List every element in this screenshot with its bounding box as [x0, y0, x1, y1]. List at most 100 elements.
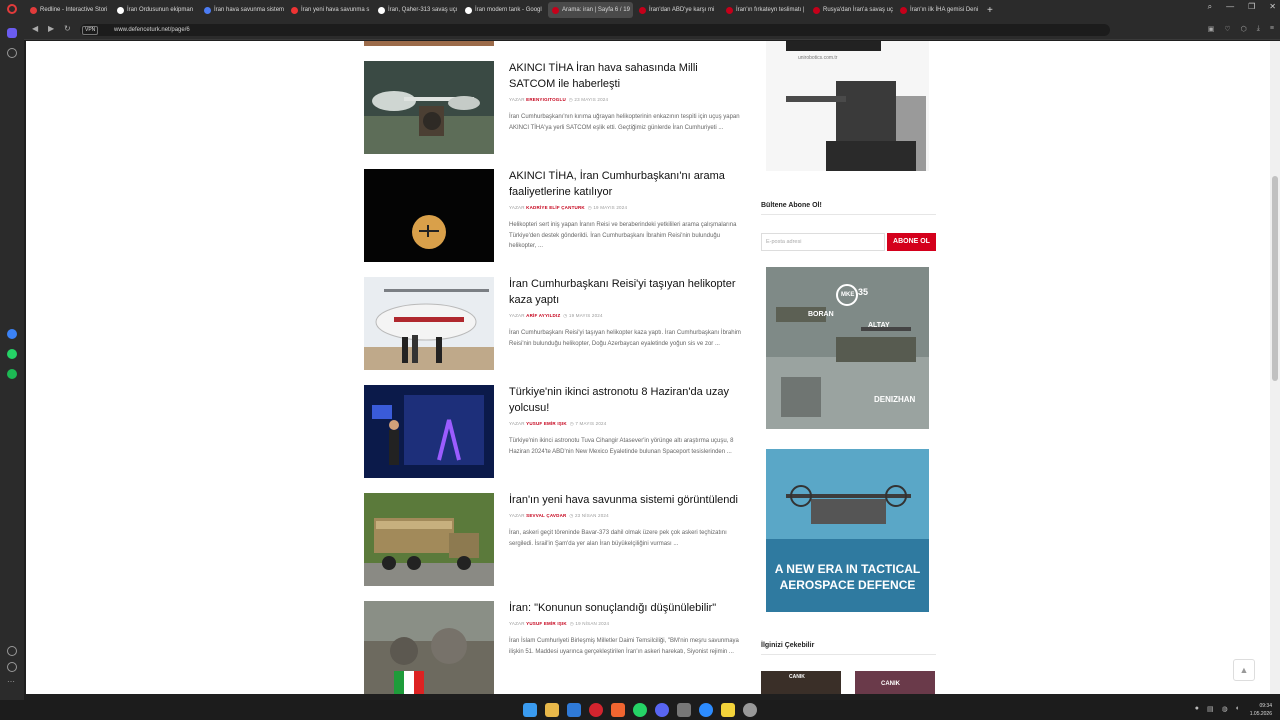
file-explorer-icon[interactable]: [545, 703, 559, 717]
search-tabs-icon[interactable]: ⌕: [1208, 2, 1212, 12]
ad-banner-aerospace[interactable]: A NEW ERA IN TACTICAL AEROSPACE DEFENCE: [766, 449, 929, 612]
related-thumb-label: CANIK: [881, 681, 900, 687]
home-icon[interactable]: [7, 28, 17, 38]
maximize-icon[interactable]: ❐: [1248, 2, 1255, 12]
article-date: 23 MAYIS 2024: [574, 97, 609, 102]
browser-tab[interactable]: İran'ın ilk İHA gemisi Deni: [896, 2, 981, 18]
article-thumbnail[interactable]: [364, 169, 494, 262]
article-thumbnail[interactable]: [364, 277, 494, 370]
download-icon[interactable]: ⤓: [1257, 25, 1260, 33]
browser-tab[interactable]: Rusya'dan İran'a savaş uç: [809, 2, 894, 18]
bookmark-icon[interactable]: ♡: [1224, 25, 1230, 33]
article-title[interactable]: İran Cumhurbaşkanı Reisi'yi taşıyan heli…: [509, 277, 744, 308]
subscribe-button[interactable]: ABONE OL: [887, 233, 936, 251]
system-clock[interactable]: 09:34 1.05.2026: [1250, 702, 1272, 718]
whatsapp-icon[interactable]: [7, 349, 17, 359]
opera-logo-icon[interactable]: [7, 4, 17, 14]
article-author[interactable]: ARİF AYYILDIZ: [526, 313, 560, 318]
article-author[interactable]: KADRİYE ELİF ÇANTURK: [526, 205, 585, 210]
browser-tab[interactable]: Redline - Interactive Stori: [26, 2, 111, 18]
menu-icon[interactable]: ≡: [1270, 25, 1274, 33]
spotify-icon[interactable]: [7, 369, 17, 379]
vpn-badge[interactable]: VPN: [82, 26, 99, 35]
opera-icon[interactable]: [589, 703, 603, 717]
article-thumbnail[interactable]: [364, 385, 494, 478]
browser-tab[interactable]: İran modern tank - Googl: [461, 2, 546, 18]
tab-favicon-icon: [117, 6, 124, 14]
discord-icon[interactable]: [655, 703, 669, 717]
article-thumbnail[interactable]: [364, 601, 494, 694]
volume-icon[interactable]: ◐: [1236, 705, 1240, 713]
page-viewport: AKINCI TİHA İran hava sahasında Milli SA…: [26, 41, 1270, 694]
whatsapp-taskbar-icon[interactable]: [633, 703, 647, 717]
messenger-icon[interactable]: [7, 329, 17, 339]
browser-tab[interactable]: İran'dan ABD'ye karşı mi: [635, 2, 720, 18]
settings-icon[interactable]: [743, 703, 757, 717]
article-excerpt: İran, askeri geçit töreninde Bavar-373 d…: [509, 530, 727, 547]
email-field[interactable]: E-posta adresi: [761, 233, 885, 251]
star-icon[interactable]: [7, 48, 17, 58]
chrome-icon[interactable]: [699, 703, 713, 717]
url-field[interactable]: www.defenceturk.net/page/6: [80, 24, 1110, 36]
article-author[interactable]: YUSUF EMİR IŞIK: [526, 421, 567, 426]
windows-start-icon[interactable]: [523, 703, 537, 717]
forward-icon[interactable]: ▶: [48, 24, 54, 33]
divider: [761, 214, 936, 215]
article-thumbnail[interactable]: [364, 493, 494, 586]
article-meta: YAZAR ERENYIGITOGLU ◷ 23 MAYIS 2024: [509, 97, 609, 102]
camera-icon[interactable]: ▣: [1208, 25, 1215, 33]
ad-mke-label-boran: BORAN: [808, 311, 834, 318]
article-thumbnail[interactable]: [364, 61, 494, 154]
calculator-icon[interactable]: [677, 703, 691, 717]
network-icon[interactable]: ◍: [1222, 705, 1228, 713]
ad-banner-mke[interactable]: MKE 35 BORAN ALTAY DENIZHAN: [766, 267, 929, 429]
article-author[interactable]: YUSUF EMİR IŞIK: [526, 621, 567, 626]
app-icon[interactable]: [721, 703, 735, 717]
brave-icon[interactable]: [611, 703, 625, 717]
article-excerpt: İran İslam Cumhuriyeti Birleşmiş Milletl…: [509, 638, 739, 655]
back-to-top-button[interactable]: ▲: [1233, 659, 1255, 681]
browser-tab-bar: Redline - Interactive Stori İran Ordusunu…: [0, 0, 1280, 20]
browser-tab[interactable]: İran, Qaher-313 savaş uçı: [374, 2, 459, 18]
tab-label: İran hava savunma sistem: [214, 7, 285, 13]
article-excerpt: İran Cumhurbaşkanı Reisi'yi taşıyan heli…: [509, 330, 741, 347]
article-title[interactable]: AKINCI TİHA, İran Cumhurbaşkanı'nı arama…: [509, 169, 744, 200]
article-title[interactable]: Türkiye'nin ikinci astronotu 8 Haziran'd…: [509, 385, 744, 416]
language-icon[interactable]: ▤: [1207, 705, 1214, 713]
browser-tab[interactable]: İran'ın fırkateyn teslimatı |: [722, 2, 807, 18]
tab-favicon-icon: [639, 6, 646, 14]
browser-tab[interactable]: Arama: iran | Sayfa 6 / 19: [548, 2, 633, 18]
history-icon[interactable]: [7, 662, 17, 672]
article-meta: YAZAR YUSUF EMİR IŞIK ◷ 7 MAYIS 2024: [509, 421, 607, 426]
new-tab-button[interactable]: +: [983, 2, 997, 18]
browser-tab[interactable]: İran yeni hava savunma s: [287, 2, 372, 18]
ad-banner-robotics[interactable]: unirobotics.com.tr: [766, 41, 929, 171]
reload-icon[interactable]: ↻: [64, 24, 71, 33]
scrollbar-thumb[interactable]: [1272, 176, 1278, 381]
ad-mke-brand: MKE: [841, 292, 855, 298]
related-thumb-2[interactable]: CANIK: [855, 671, 935, 694]
tab-label: İran Ordusunun ekipman: [127, 7, 194, 13]
tab-label: İran yeni hava savunma s: [301, 7, 370, 13]
microphone-icon[interactable]: ●: [1195, 705, 1199, 713]
page-scrollbar[interactable]: [1270, 41, 1280, 694]
close-icon[interactable]: ✕: [1269, 2, 1276, 12]
back-icon[interactable]: ◀: [32, 24, 38, 33]
article-title[interactable]: İran'ın yeni hava savunma sistemi görünt…: [509, 493, 744, 509]
previous-article-thumbnail[interactable]: [364, 41, 494, 46]
heart-icon[interactable]: [7, 646, 17, 656]
more-icon[interactable]: ⋯: [7, 678, 17, 688]
article-title[interactable]: AKINCI TİHA İran hava sahasında Milli SA…: [509, 61, 744, 92]
mail-icon[interactable]: [567, 703, 581, 717]
article-author[interactable]: SEVVAL ÇAVDAR: [526, 513, 566, 518]
article-title[interactable]: İran: "Konunun sonuçlandığı düşünülebili…: [509, 601, 744, 617]
article-author[interactable]: ERENYIGITOGLU: [526, 97, 566, 102]
browser-tab[interactable]: İran Ordusunun ekipman: [113, 2, 198, 18]
extensions-icon[interactable]: ⬡: [1241, 25, 1247, 33]
tab-favicon-icon: [813, 6, 820, 14]
article-item: AKINCI TİHA, İran Cumhurbaşkanı'nı arama…: [364, 169, 744, 263]
minimize-icon[interactable]: —: [1226, 2, 1234, 12]
related-thumb-1[interactable]: CANIK: [761, 671, 841, 694]
browser-tab[interactable]: İran hava savunma sistem: [200, 2, 285, 18]
article-date: 23 NİSAN 2024: [574, 513, 609, 518]
